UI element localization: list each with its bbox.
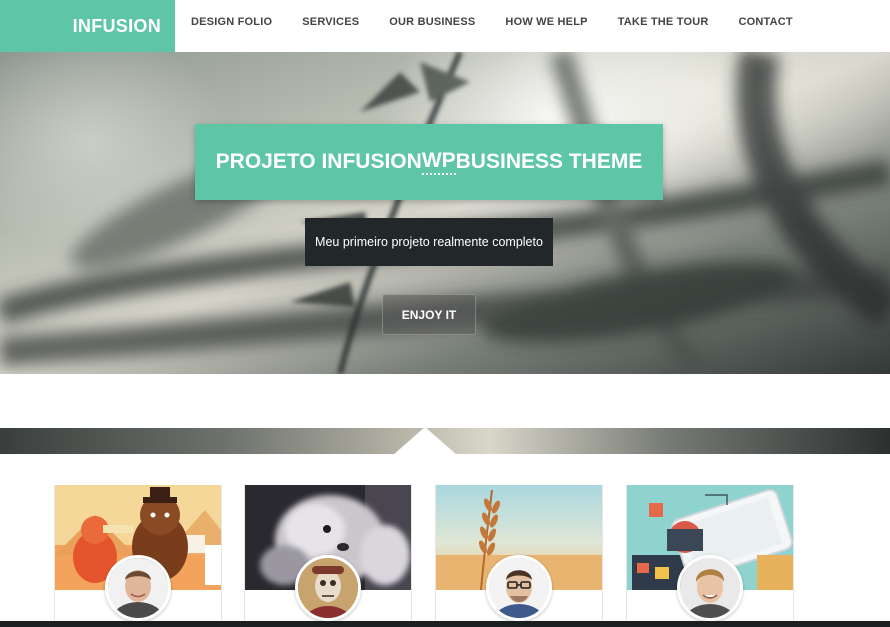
hero-title-text-start: PROJETO INFUSION (215, 150, 422, 173)
hero-banner: PROJETO INFUSION WP BUSINESS THEME Meu p… (0, 52, 890, 374)
bottom-dark-band (0, 621, 890, 627)
nav-item-our-business[interactable]: OUR BUSINESS (389, 16, 475, 28)
main-menu: DESIGN FOLIO SERVICES OUR BUSINESS HOW W… (175, 0, 793, 44)
team-card[interactable] (435, 485, 603, 627)
avatar-man-with-glasses[interactable] (486, 555, 552, 621)
hero-title: PROJETO INFUSION WP BUSINESS THEME (195, 124, 663, 200)
team-card[interactable] (626, 485, 794, 627)
enjoy-it-button[interactable]: ENJOY IT (382, 294, 476, 335)
nav-item-services[interactable]: SERVICES (302, 16, 359, 28)
hero-title-wp-abbr: WP (421, 149, 456, 175)
nav-item-contact[interactable]: CONTACT (739, 16, 793, 28)
avatar-person-with-mask[interactable] (295, 555, 361, 621)
nav-item-design-folio[interactable]: DESIGN FOLIO (191, 16, 272, 28)
team-card[interactable] (244, 485, 412, 627)
divider-notch-arrow (393, 428, 457, 455)
avatar-young-man[interactable] (677, 555, 743, 621)
nav-item-take-the-tour[interactable]: TAKE THE TOUR (618, 16, 709, 28)
hero-subtitle: Meu primeiro projeto realmente completo (305, 218, 553, 266)
site-logo[interactable]: INFUSION (0, 0, 175, 52)
top-navigation: INFUSION DESIGN FOLIO SERVICES OUR BUSIN… (0, 0, 890, 52)
hero-title-text-end: BUSINESS THEME (455, 150, 643, 173)
avatar-man-smiling[interactable] (105, 555, 171, 621)
team-card[interactable] (54, 485, 222, 627)
nav-item-how-we-help[interactable]: HOW WE HELP (505, 16, 587, 28)
